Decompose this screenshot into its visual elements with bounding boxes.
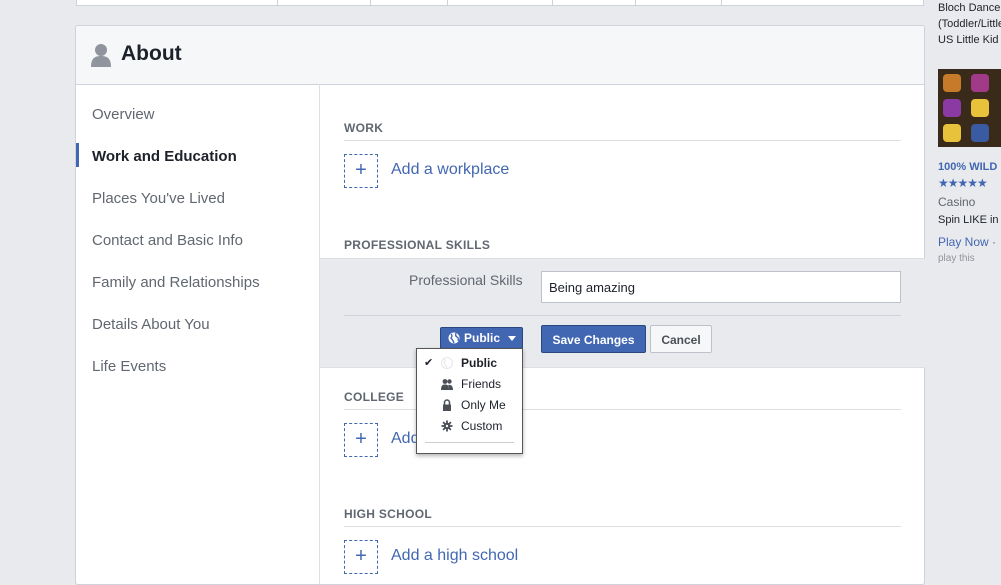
save-changes-button[interactable]: Save Changes [541, 325, 646, 353]
privacy-option-label: Custom [461, 419, 503, 433]
section-title-high-school: HIGH SCHOOL [344, 507, 432, 521]
ad-game-image[interactable] [938, 69, 1001, 147]
divider [344, 315, 901, 316]
nav-item-work-and-education[interactable]: Work and Education [92, 148, 237, 165]
globe-icon [448, 332, 460, 344]
lock-icon [443, 399, 451, 411]
nav-item-overview[interactable]: Overview [92, 106, 155, 123]
section-title-professional-skills: PROFESSIONAL SKILLS [344, 238, 491, 252]
tab-divider [635, 0, 636, 6]
gem-icon [943, 74, 961, 92]
professional-skills-label: Professional Skills [409, 272, 523, 288]
nav-item-details[interactable]: Details About You [92, 316, 210, 333]
privacy-dropdown-menu: ✔ Public Friends Only Me Custom [416, 348, 523, 454]
nav-item-places-lived[interactable]: Places You've Lived [92, 190, 225, 207]
friends-icon [441, 379, 453, 390]
ad-description: Spin LIKE in V [938, 214, 1001, 226]
play-now-link[interactable]: Play Now · [938, 235, 996, 249]
ad-text-line[interactable]: US Little Kid - [938, 34, 1001, 46]
privacy-selector-button[interactable]: Public [440, 327, 523, 349]
chevron-down-icon [508, 336, 516, 341]
professional-skills-input[interactable] [541, 271, 901, 303]
add-high-school-icon[interactable]: + [344, 540, 378, 574]
nav-item-family[interactable]: Family and Relationships [92, 274, 260, 291]
divider [425, 442, 514, 443]
ad-text-line[interactable]: (Toddler/Little [938, 18, 1001, 30]
globe-icon [441, 357, 453, 369]
privacy-option-only-me[interactable]: Only Me [417, 395, 522, 415]
divider [344, 526, 901, 527]
ad-title[interactable]: 100% WILD [938, 161, 997, 173]
gem-icon [943, 124, 961, 142]
about-content: WORK + Add a workplace PROFESSIONAL SKIL… [320, 84, 925, 584]
person-icon [91, 44, 111, 67]
add-high-school-link[interactable]: Add a high school [391, 547, 518, 565]
nav-item-contact-info[interactable]: Contact and Basic Info [92, 232, 243, 249]
cancel-button[interactable]: Cancel [650, 325, 712, 353]
right-rail-ads: Bloch Dance (Toddler/Little US Little Ki… [938, 0, 1001, 566]
check-icon: ✔ [424, 357, 434, 369]
privacy-option-friends[interactable]: Friends [417, 374, 522, 394]
section-title-work: WORK [344, 121, 384, 135]
about-sidebar-nav: Overview Work and Education Places You'v… [76, 84, 320, 584]
privacy-option-public[interactable]: ✔ Public [417, 353, 522, 373]
professional-skills-editor: Professional Skills Public Save Changes … [320, 258, 925, 368]
ad-category: Casino [938, 195, 976, 209]
privacy-option-label: Only Me [461, 398, 506, 412]
about-card: About Overview Work and Education Places… [75, 25, 925, 585]
privacy-option-label: Friends [461, 377, 502, 391]
about-header: About [76, 26, 924, 85]
ad-subtext: play this [938, 253, 975, 264]
gem-icon [971, 99, 989, 117]
gem-icon [971, 74, 989, 92]
star-rating-icon: ★★★★★ [938, 176, 988, 190]
privacy-label: Public [464, 331, 501, 345]
tab-divider [552, 0, 553, 6]
section-title-college: COLLEGE [344, 390, 405, 404]
page-title: About [121, 42, 182, 65]
privacy-option-custom[interactable]: Custom [417, 416, 522, 436]
gem-icon [971, 124, 989, 142]
privacy-option-label: Public [461, 356, 498, 370]
profile-tab-strip [76, 0, 924, 6]
tab-divider [721, 0, 722, 6]
divider [344, 140, 901, 141]
add-college-icon[interactable]: + [344, 423, 378, 457]
active-indicator [76, 143, 79, 167]
ad-text-line[interactable]: Bloch Dance [938, 2, 1000, 14]
tab-divider [370, 0, 371, 6]
tab-divider [277, 0, 278, 6]
tab-divider [447, 0, 448, 6]
gear-icon [441, 420, 453, 432]
nav-item-life-events[interactable]: Life Events [92, 358, 166, 375]
add-workplace-icon[interactable]: + [344, 154, 378, 188]
gem-icon [943, 99, 961, 117]
add-workplace-link[interactable]: Add a workplace [391, 161, 509, 179]
